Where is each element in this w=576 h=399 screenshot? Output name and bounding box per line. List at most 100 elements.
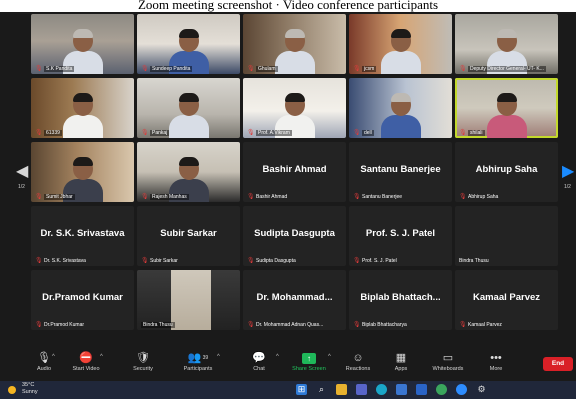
participant-tile[interactable]: Bindra Thusu: [137, 270, 240, 330]
participant-name-label: Rajesh Manhas: [150, 194, 189, 200]
file-explorer-icon[interactable]: [336, 384, 347, 395]
sun-weather-icon: [8, 386, 16, 394]
taskbar-apps: ⊞ ⌕ ⚙: [296, 384, 487, 396]
participant-name-label: dell: [362, 130, 374, 136]
participant-name-label: Prof. A.Vikram: [256, 130, 292, 136]
participant-name-label: Ghulam: [256, 66, 278, 72]
participant-name-label: Prof. S. J. Patel: [362, 258, 397, 264]
more-dots-icon: •••: [490, 352, 502, 364]
participant-video-feed: [379, 26, 423, 74]
participant-name-label: jcsm: [362, 66, 377, 72]
participant-tile[interactable]: Bindra Thusu: [455, 206, 558, 266]
microphone-muted-icon: 🎙: [247, 66, 255, 72]
participant-tile[interactable]: 🎙 Deputy Director General- UT- K...: [455, 14, 558, 74]
start-video-button[interactable]: ⛔ Start Video ^: [56, 348, 116, 380]
meeting-toolbar: 🎙 Audio ^ ⛔ Start Video ^ 🛡 Security 👥39…: [16, 348, 576, 380]
participant-tile[interactable]: Dr.Pramod Kumar 🎙 Dr.Pramod Kumar: [31, 270, 134, 330]
microphone-muted-icon: 🎙: [353, 194, 361, 200]
participant-display-name: Sudipta Dasgupta: [254, 228, 335, 239]
participant-name-label: Dr. S.K. Srivastava: [44, 258, 86, 264]
microphone-muted-icon: 🎙: [247, 130, 255, 136]
previous-page-arrow-icon[interactable]: ◀: [16, 162, 28, 182]
participants-options-chevron-icon[interactable]: ^: [217, 354, 220, 360]
participants-label: Participants: [183, 366, 213, 372]
participant-tile[interactable]: Dr. S.K. Srivastava 🎙 Dr. S.K. Srivastava: [31, 206, 134, 266]
zoom-meeting-window: ◀ 1/2 ▶ 1/2 🎙 S.K Pandita 🎙 Sundeep Pandita…: [0, 12, 576, 399]
participant-tile[interactable]: Dr. Mohammad... 🎙 Dr. Mohammad Adnan Quas.…: [243, 270, 346, 330]
microphone-muted-icon: 🎙: [459, 66, 467, 72]
weather-condition: Sunny: [22, 389, 38, 395]
participant-tile[interactable]: Bashir Ahmad 🎙 Bashir Ahmad: [243, 142, 346, 202]
microphone-muted-icon: 🎙: [35, 322, 43, 328]
participant-display-name: Kamaal Parvez: [472, 292, 541, 303]
participant-tile[interactable]: 🎙 Rajesh Manhas: [137, 142, 240, 202]
next-page-arrow-icon[interactable]: ▶: [562, 162, 574, 182]
more-button[interactable]: ••• More: [466, 348, 526, 380]
participant-tile[interactable]: Abhirup Saha 🎙 Abhirup Saha: [455, 142, 558, 202]
video-options-chevron-icon[interactable]: ^: [100, 354, 103, 360]
participant-name-label: shilali: [468, 130, 485, 136]
chrome-browser-icon[interactable]: [436, 384, 447, 395]
participant-tile[interactable]: Biplab Bhattach... 🎙 Biplab Bhattacharya: [349, 270, 452, 330]
windows-start-icon[interactable]: ⊞: [296, 384, 307, 395]
security-button[interactable]: 🛡 Security: [113, 348, 173, 380]
participant-name-label: Bindra Thusu: [141, 322, 175, 328]
participant-name-label: Abhirup Saha: [468, 194, 499, 200]
participants-button[interactable]: 👥39 Participants ^: [168, 348, 228, 380]
participant-tile[interactable]: 🎙 61339: [31, 78, 134, 138]
microphone-muted-icon: 🎙: [35, 130, 43, 136]
participant-display-name: Bashir Ahmad: [262, 164, 327, 175]
image-caption: Zoom meeting screenshot · Video conferen…: [137, 0, 439, 12]
participant-tile[interactable]: Kamaal Parvez 🎙 Kamaal Parvez: [455, 270, 558, 330]
participant-display-name: Abhirup Saha: [475, 164, 538, 175]
participant-name-label: Deputy Director General- UT- K...: [468, 66, 546, 72]
audio-options-chevron-icon[interactable]: ^: [52, 354, 55, 360]
more-label: More: [489, 366, 503, 372]
settings-gear-icon[interactable]: ⚙: [476, 384, 487, 395]
participant-video-feed: [273, 26, 317, 74]
participant-name-label: Dr. Mohammad Adnan Quas...: [256, 322, 324, 328]
microphone-muted-icon: 🎙: [141, 130, 149, 136]
participant-tile[interactable]: 🎙 Prof. A.Vikram: [243, 78, 346, 138]
participant-display-name: Subir Sarkar: [160, 228, 217, 239]
participant-name-label: Biplab Bhattacharya: [362, 322, 407, 328]
participant-name-label: Sudipta Dasgupta: [256, 258, 296, 264]
edge-browser-icon[interactable]: [376, 384, 387, 395]
weather-widget[interactable]: 35°C Sunny: [22, 382, 38, 396]
microphone-muted-icon: 🎙: [141, 194, 149, 200]
participant-tile[interactable]: 🎙 Pankaj: [137, 78, 240, 138]
microphone-muted-icon: 🎙: [35, 194, 43, 200]
participant-tile[interactable]: Sudipta Dasgupta 🎙 Sudipta Dasgupta: [243, 206, 346, 266]
participant-name-label: Dr.Pramod Kumar: [44, 322, 85, 328]
store-icon[interactable]: [396, 384, 407, 395]
participant-tile[interactable]: 🎙 Sundeep Pandita: [137, 14, 240, 74]
participant-display-name: Santanu Banerjee: [360, 164, 441, 175]
participant-tile[interactable]: 🎙 S.K Pandita: [31, 14, 134, 74]
mail-icon[interactable]: [416, 384, 427, 395]
teams-chat-icon[interactable]: [356, 384, 367, 395]
participant-tile[interactable]: 🎙 shilali: [455, 78, 558, 138]
participant-display-name: Dr. S.K. Srivastava: [40, 228, 125, 239]
participant-name-label: Bashir Ahmad: [256, 194, 288, 200]
microphone-muted-icon: 🎙: [459, 322, 467, 328]
participant-name-label: S.K Pandita: [44, 66, 75, 72]
participant-tile[interactable]: 🎙 Ghulam: [243, 14, 346, 74]
participant-display-name: Dr. Mohammad...: [256, 292, 333, 303]
search-icon[interactable]: ⌕: [316, 384, 327, 395]
participant-tile[interactable]: Santanu Banerjee 🎙 Santanu Banerjee: [349, 142, 452, 202]
zoom-app-icon[interactable]: [456, 384, 467, 395]
participant-tile[interactable]: Prof. S. J. Patel 🎙 Prof. S. J. Patel: [349, 206, 452, 266]
participant-video-feed: [61, 90, 105, 138]
participant-tile[interactable]: Subir Sarkar 🎙 Subir Sarkar: [137, 206, 240, 266]
microphone-muted-icon: 🎙: [141, 258, 149, 264]
weather-temperature: 35°C: [22, 382, 35, 388]
microphone-muted-icon: 🎙: [141, 66, 149, 72]
video-feed: [171, 270, 211, 330]
participant-tile[interactable]: 🎙 jcsm: [349, 14, 452, 74]
microphone-muted-icon: 🎙: [247, 194, 255, 200]
participant-tile[interactable]: 🎙 Sumit Jbhar: [31, 142, 134, 202]
end-meeting-button[interactable]: End: [543, 357, 573, 371]
participant-tile[interactable]: 🎙 dell: [349, 78, 452, 138]
participant-name-label: Santanu Banerjee: [362, 194, 403, 200]
participant-video-feed: [379, 90, 423, 138]
